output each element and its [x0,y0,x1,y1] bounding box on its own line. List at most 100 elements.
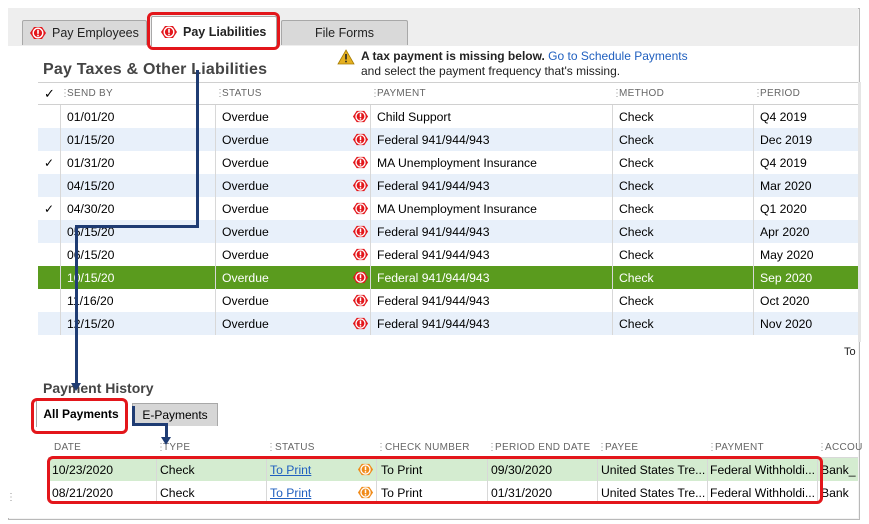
col-status[interactable]: STATUS [222,88,262,99]
liability-row[interactable]: 10/15/20 Overdue Federal 941/944/943 Check S… [38,266,858,289]
column-divider [60,312,61,335]
highlight-all-payments [31,398,128,434]
section-title: Pay Taxes & Other Liabilities [43,61,268,78]
period-cell: Sep 2020 [760,271,813,285]
column-divider [753,243,754,266]
column-divider [370,197,371,220]
payment-cell: Federal 941/944/943 [377,225,490,239]
account-cell: Bank_ [821,463,856,477]
liability-row[interactable]: 06/15/20 Overdue Federal 941/944/943 Check M… [38,243,858,266]
schedule-payments-link[interactable]: Go to Schedule Payments [548,49,687,63]
column-divider [215,220,216,243]
col-account[interactable]: ACCOU [825,442,863,453]
column-divider [753,105,754,128]
column-divider [612,105,613,128]
column-divider [370,174,371,197]
column-divider [215,197,216,220]
column-divider [215,243,216,266]
payment-cell: Federal 941/944/943 [377,133,490,147]
column-divider [612,289,613,312]
warning-bold-text: A tax payment is missing below. [361,49,545,63]
col-payment[interactable]: PAYMENT [377,88,426,99]
send-by-cell: 01/15/20 [67,133,115,147]
column-divider [753,220,754,243]
status-cell: Overdue [222,156,269,170]
liabilities-grid: ✓ ⋮ SEND BY ⋮ STATUS ⋮ PAYMENT ⋮ METHOD … [38,82,858,343]
arrow-head [161,437,171,445]
column-divider [215,128,216,151]
status-cell: Overdue [222,317,269,331]
payment-cell: Federal 941/944/943 [377,294,490,308]
col-check-number[interactable]: CHECK NUMBER [385,442,470,453]
status-cell: Overdue [222,294,269,308]
column-divider [215,151,216,174]
payment-cell: MA Unemployment Insurance [377,156,537,170]
col-period-end-date[interactable]: PERIOD END DATE [495,442,590,453]
period-cell: May 2020 [760,248,814,262]
period-cell: Q1 2020 [760,202,807,216]
column-divider [753,197,754,220]
payment-cell: Federal 941/944/943 [377,248,490,262]
col-payment[interactable]: PAYMENT [715,442,764,453]
status-cell: Overdue [222,248,269,262]
liability-row[interactable]: 04/15/20 Overdue Federal 941/944/943 Check M… [38,174,858,197]
overdue-alert-icon [352,177,369,194]
account-cell: Bank [821,486,849,500]
col-payee[interactable]: PAYEE [605,442,638,453]
row-check[interactable]: ✓ [44,156,54,170]
column-divider [612,243,613,266]
payment-cell: Federal 941/944/943 [377,179,490,193]
liability-row[interactable]: 11/16/20 Overdue Federal 941/944/943 Check O… [38,289,858,312]
method-cell: Check [619,225,654,239]
tab-pay-employees[interactable]: Pay Employees [22,20,147,45]
highlight-history-rows [47,456,823,504]
tab-label: Pay Employees [52,26,139,40]
liability-row[interactable]: 01/01/20 Overdue Child Support Check Q4 2019 [38,105,858,128]
column-divider [60,289,61,312]
arrow-head [71,383,81,391]
liability-row[interactable]: 12/15/20 Overdue Federal 941/944/943 Check N… [38,312,858,335]
overdue-alert-icon [352,154,369,171]
liability-row[interactable]: 05/15/20 Overdue Federal 941/944/943 Check A… [38,220,858,243]
overdue-alert-icon [352,200,369,217]
col-status[interactable]: STATUS [275,442,315,453]
column-divider [753,266,754,289]
col-method[interactable]: METHOD [619,88,664,99]
send-by-cell: 01/01/20 [67,110,115,124]
period-cell: Oct 2020 [760,294,810,308]
column-divider [612,266,613,289]
missing-payment-warning: A tax payment is missing below. Go to Sc… [337,49,717,79]
overdue-alert-icon [352,292,369,309]
column-divider [60,220,61,243]
col-period[interactable]: PERIOD [760,88,800,99]
annotation-arrow [75,225,199,228]
column-divider [215,289,216,312]
row-check[interactable]: ✓ [44,202,54,216]
column-divider [612,128,613,151]
resize-handle[interactable]: ⋮ [6,492,16,503]
payment-cell: Child Support [377,110,451,124]
status-cell: Overdue [222,133,269,147]
liability-row[interactable]: ✓ 01/31/20 Overdue MA Unemployment Insuranc… [38,151,858,174]
column-divider [753,174,754,197]
liability-row[interactable]: ✓ 04/30/20 Overdue MA Unemployment Insuranc… [38,197,858,220]
column-divider [215,105,216,128]
column-divider [215,174,216,197]
column-divider [612,174,613,197]
column-divider [60,128,61,151]
col-send-by[interactable]: SEND BY [67,88,113,99]
column-divider [215,312,216,335]
send-by-cell: 11/16/20 [67,294,114,308]
select-all-check[interactable]: ✓ [44,86,55,102]
col-date[interactable]: DATE [54,442,81,453]
send-by-cell: 04/15/20 [67,179,115,193]
overdue-alert-icon [352,108,369,125]
method-cell: Check [619,202,654,216]
period-cell: Apr 2020 [760,225,810,239]
liability-row[interactable]: 01/15/20 Overdue Federal 941/944/943 Check D… [38,128,858,151]
method-cell: Check [619,110,654,124]
tab-file-forms[interactable]: File Forms [281,20,408,45]
column-divider [370,151,371,174]
column-divider [370,312,371,335]
vertical-scrollbar[interactable] [858,82,861,342]
